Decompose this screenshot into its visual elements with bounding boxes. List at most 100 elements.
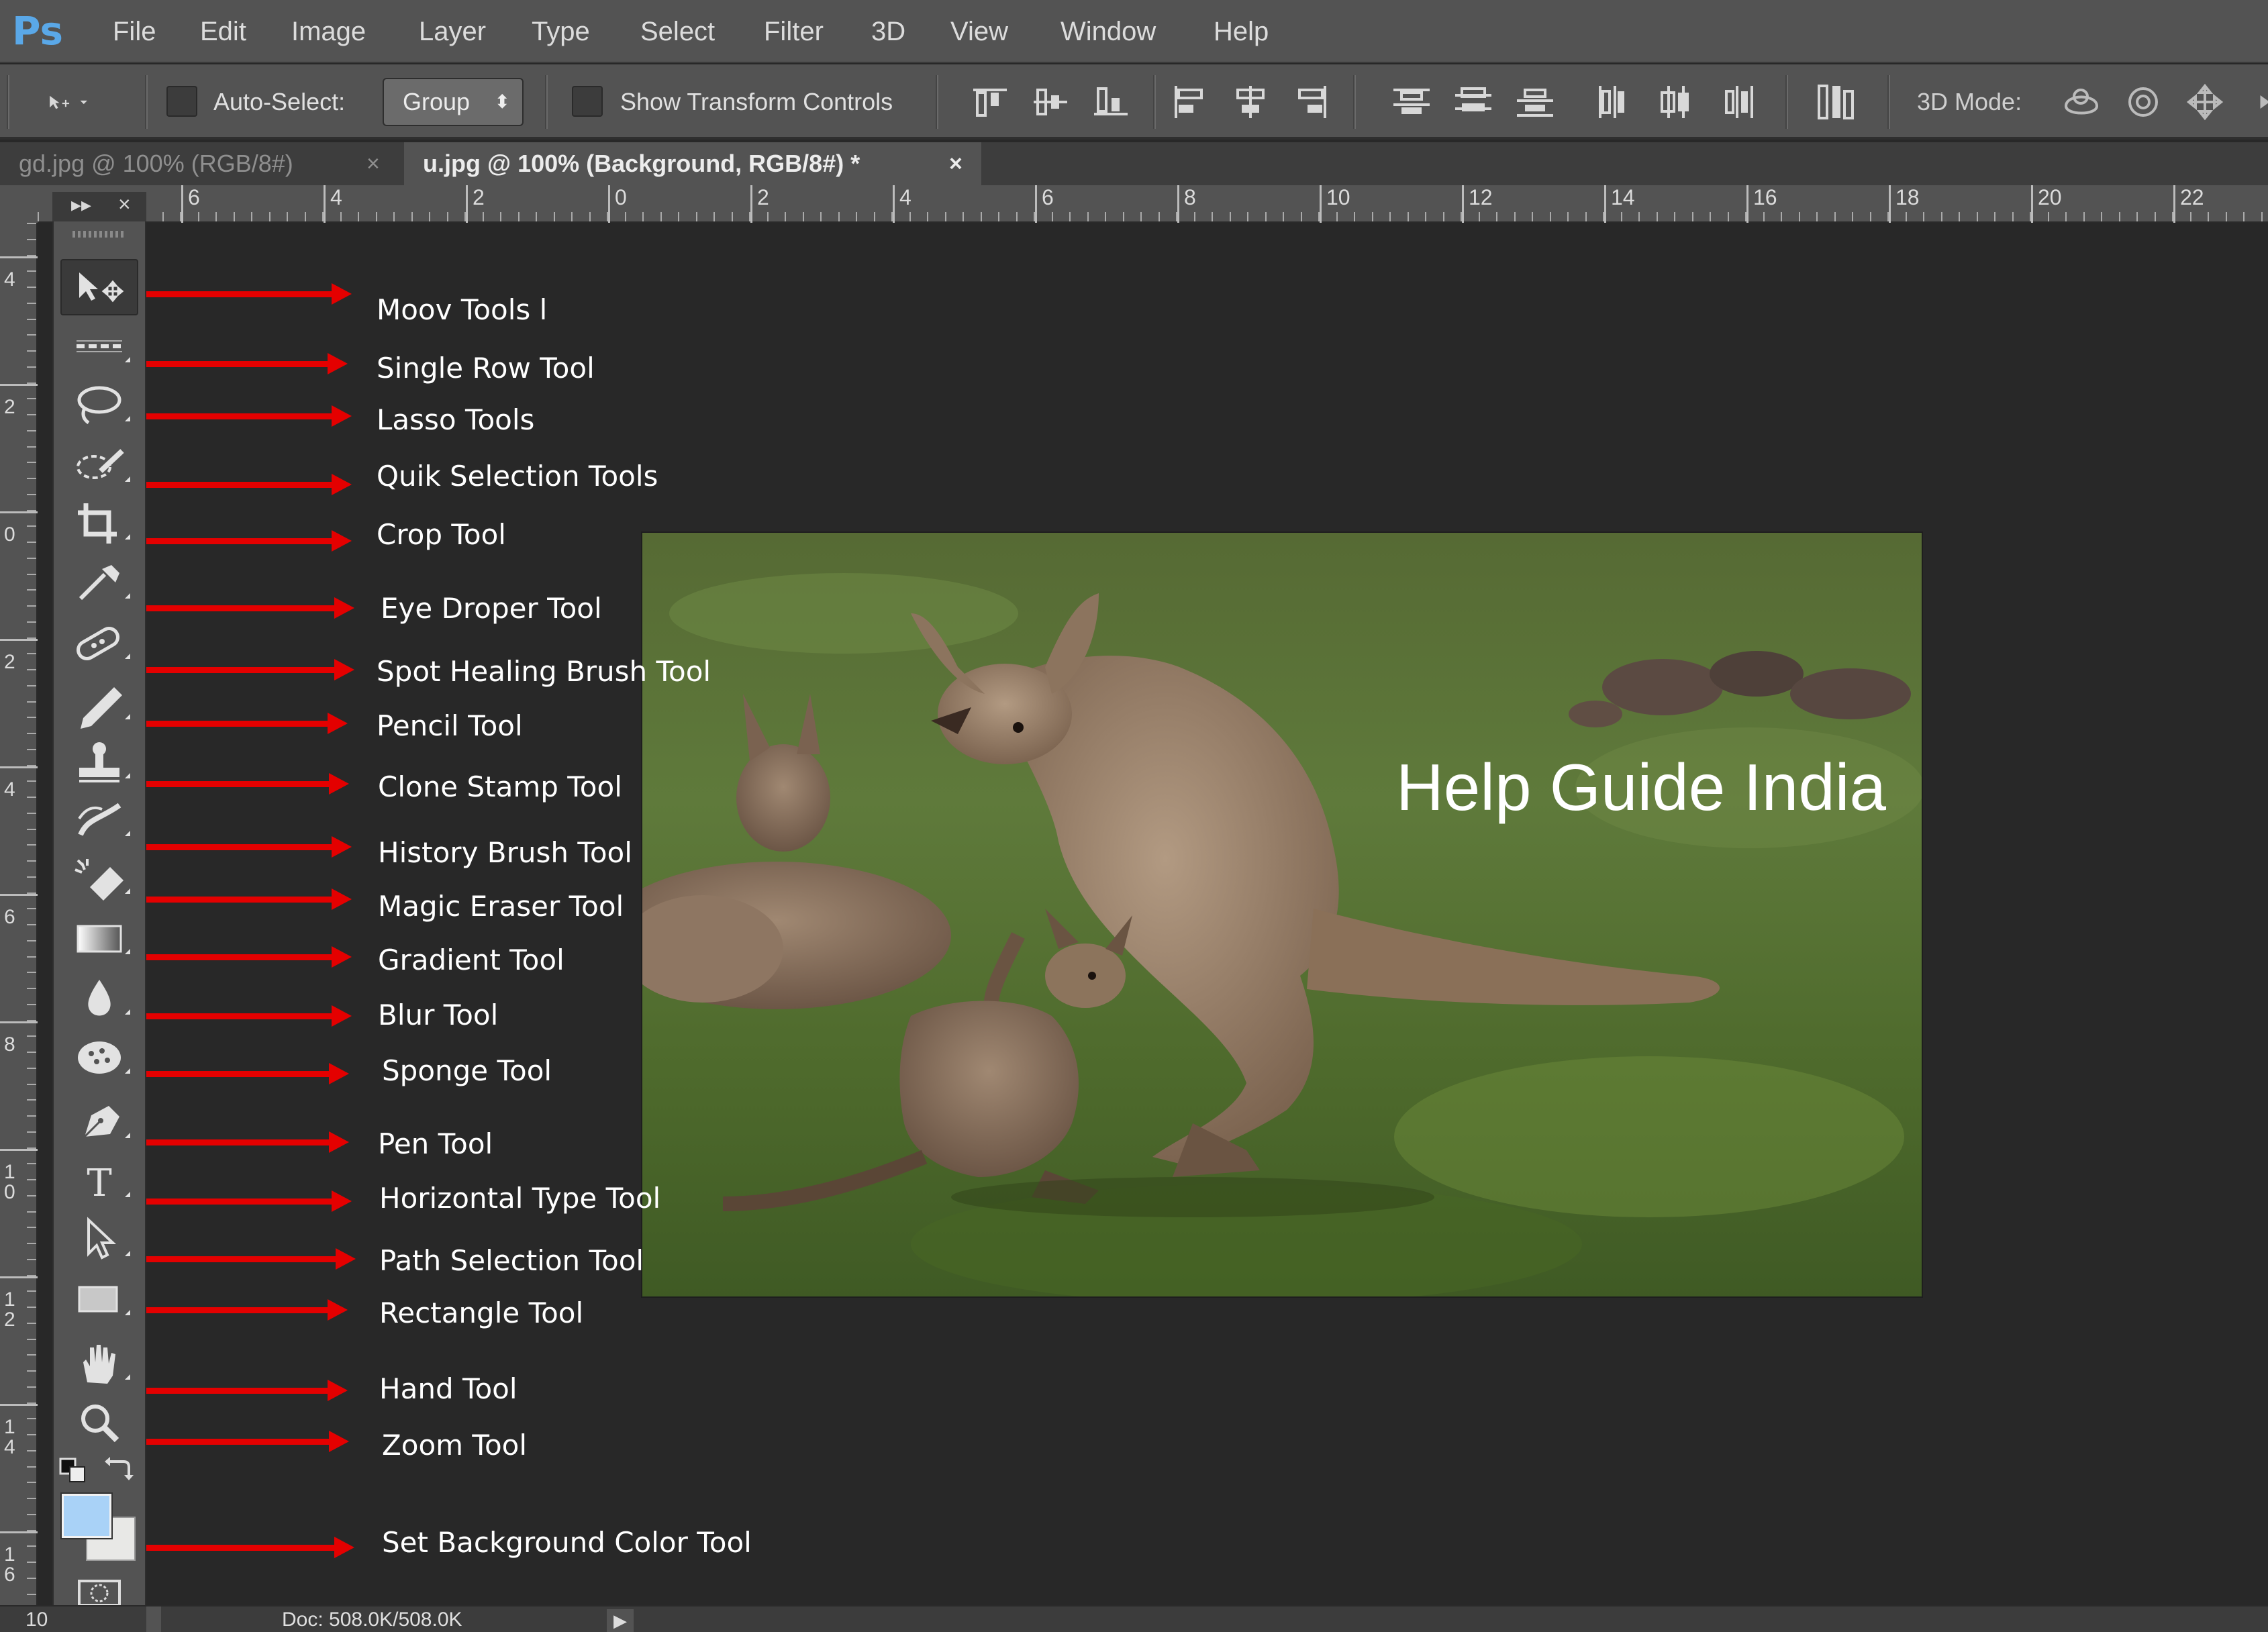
annotation-label: Hand Tool bbox=[379, 1372, 517, 1405]
ruler-minor-tick bbox=[27, 302, 36, 304]
menu-help[interactable]: Help bbox=[1214, 12, 1269, 51]
distribute-vertical-centers-icon[interactable] bbox=[1452, 83, 1494, 121]
ruler-label: 2 bbox=[4, 651, 15, 673]
distribute-left-edges-icon[interactable] bbox=[1593, 83, 1635, 121]
menu-type[interactable]: Type bbox=[532, 12, 590, 51]
3d-pan-icon[interactable] bbox=[2184, 83, 2226, 121]
ruler-minor-tick bbox=[27, 764, 36, 766]
single-row-marquee-icon[interactable] bbox=[60, 318, 138, 374]
path-selection-icon[interactable] bbox=[60, 1212, 138, 1268]
menu-image[interactable]: Image bbox=[291, 12, 366, 51]
spot-healing-brush-icon[interactable] bbox=[60, 615, 138, 671]
options-separator bbox=[936, 75, 938, 129]
ruler-minor-tick bbox=[27, 398, 36, 400]
status-bar: 10 Doc: 508.0K/508.0K ▶ bbox=[0, 1605, 2268, 1632]
kangaroo-image[interactable] bbox=[641, 531, 1923, 1298]
align-vertical-centers-icon[interactable] bbox=[1030, 83, 1071, 121]
eyedropper-icon[interactable] bbox=[60, 554, 138, 611]
ruler-tick bbox=[1177, 185, 1179, 223]
default-colors-icon[interactable] bbox=[58, 1455, 91, 1484]
horizontal-type-icon[interactable]: T bbox=[60, 1153, 138, 1209]
3d-rotate-icon[interactable] bbox=[2061, 83, 2102, 121]
ruler-minor-tick bbox=[180, 212, 181, 221]
align-left-edges-icon[interactable] bbox=[1169, 83, 1211, 121]
move-tool-preset-icon[interactable] bbox=[47, 83, 128, 121]
menu-layer[interactable]: Layer bbox=[419, 12, 486, 51]
align-top-edges-icon[interactable] bbox=[969, 83, 1011, 121]
quick-mask-icon[interactable] bbox=[72, 1577, 126, 1608]
ruler-minor-tick bbox=[27, 637, 36, 639]
history-brush-icon[interactable] bbox=[60, 792, 138, 848]
ruler-minor-tick bbox=[27, 956, 36, 958]
ruler-origin[interactable] bbox=[0, 185, 38, 223]
menu-select[interactable]: Select bbox=[640, 12, 715, 51]
menu-edit[interactable]: Edit bbox=[200, 12, 246, 51]
auto-select-mode-dropdown[interactable]: Group ⬍ bbox=[383, 78, 524, 126]
menu-view[interactable]: View bbox=[950, 12, 1008, 51]
lasso-icon[interactable] bbox=[60, 377, 138, 434]
pencil-icon[interactable] bbox=[60, 675, 138, 731]
align-bottom-edges-icon[interactable] bbox=[1090, 83, 1132, 121]
ruler-tick bbox=[1604, 185, 1606, 223]
swap-colors-icon[interactable] bbox=[102, 1454, 134, 1483]
options-separator bbox=[1785, 75, 1788, 129]
menu-bar: Ps File Edit Image Layer Type Select Fil… bbox=[0, 0, 2268, 63]
tab-close-icon[interactable]: × bbox=[949, 142, 963, 185]
zoom-level[interactable]: 10 bbox=[26, 1606, 48, 1632]
auto-select-mode-value: Group bbox=[403, 88, 471, 115]
distribute-bottom-edges-icon[interactable] bbox=[1514, 83, 1556, 121]
move-tool-icon[interactable] bbox=[60, 259, 138, 315]
3d-slide-icon[interactable] bbox=[2242, 83, 2268, 121]
rectangle-icon[interactable] bbox=[60, 1271, 138, 1327]
ruler-minor-tick bbox=[1069, 212, 1071, 221]
tab-gd-jpg[interactable]: gd.jpg @ 100% (RGB/8#) × bbox=[0, 142, 403, 185]
status-menu-arrow-icon[interactable]: ▶ bbox=[607, 1609, 634, 1632]
ruler-label: 4 bbox=[4, 778, 15, 801]
clone-stamp-icon[interactable] bbox=[60, 734, 138, 790]
ruler-label: 16 bbox=[1753, 185, 1777, 209]
blur-icon[interactable] bbox=[60, 970, 138, 1027]
magic-eraser-icon[interactable] bbox=[60, 850, 138, 906]
ruler-minor-tick bbox=[27, 653, 36, 655]
ruler-minor-tick bbox=[1336, 212, 1338, 221]
align-horizontal-centers-icon[interactable] bbox=[1230, 83, 1271, 121]
zoom-icon[interactable] bbox=[60, 1394, 138, 1451]
svg-text:T: T bbox=[87, 1162, 111, 1205]
menu-file[interactable]: File bbox=[113, 12, 156, 51]
distribute-top-edges-icon[interactable] bbox=[1391, 83, 1432, 121]
crop-icon[interactable] bbox=[60, 495, 138, 552]
tab-u-jpg[interactable]: u.jpg @ 100% (Background, RGB/8#) * × bbox=[404, 142, 981, 185]
ruler-minor-tick bbox=[27, 1194, 36, 1196]
panel-grip[interactable] bbox=[72, 231, 126, 238]
menu-3d[interactable]: 3D bbox=[871, 12, 905, 51]
ruler-minor-tick bbox=[1994, 212, 1995, 221]
menu-window[interactable]: Window bbox=[1061, 12, 1156, 51]
ruler-minor-tick bbox=[27, 1003, 36, 1005]
ruler-minor-tick bbox=[1193, 212, 1195, 221]
menu-filter[interactable]: Filter bbox=[764, 12, 824, 51]
ruler-minor-tick bbox=[27, 1131, 36, 1133]
annotation-label: Clone Stamp Tool bbox=[378, 770, 622, 803]
sponge-icon[interactable] bbox=[60, 1029, 138, 1086]
3d-roll-icon[interactable] bbox=[2122, 83, 2164, 121]
pen-icon[interactable] bbox=[60, 1094, 138, 1150]
gradient-icon[interactable] bbox=[60, 910, 138, 966]
auto-align-layers-icon[interactable] bbox=[1815, 83, 1857, 121]
annotation-label: Magic Eraser Tool bbox=[378, 890, 624, 923]
ruler-minor-tick bbox=[553, 212, 555, 221]
ruler-minor-tick bbox=[27, 462, 36, 464]
tab-close-icon[interactable]: × bbox=[366, 142, 380, 185]
show-transform-checkbox[interactable] bbox=[572, 86, 603, 117]
foreground-color-swatch[interactable] bbox=[60, 1492, 113, 1539]
ruler-minor-tick bbox=[429, 212, 430, 221]
expand-panel-icon[interactable]: ▸▸ bbox=[71, 193, 91, 217]
align-right-edges-icon[interactable] bbox=[1290, 83, 1332, 121]
ruler-minor-tick bbox=[322, 212, 324, 221]
distribute-horizontal-centers-icon[interactable] bbox=[1655, 83, 1697, 121]
hand-icon[interactable] bbox=[60, 1335, 138, 1392]
ruler-minor-tick bbox=[1691, 212, 1693, 221]
close-panel-icon[interactable]: × bbox=[118, 192, 131, 217]
auto-select-checkbox[interactable] bbox=[166, 86, 197, 117]
quick-selection-icon[interactable] bbox=[60, 438, 138, 494]
distribute-right-edges-icon[interactable] bbox=[1717, 83, 1759, 121]
